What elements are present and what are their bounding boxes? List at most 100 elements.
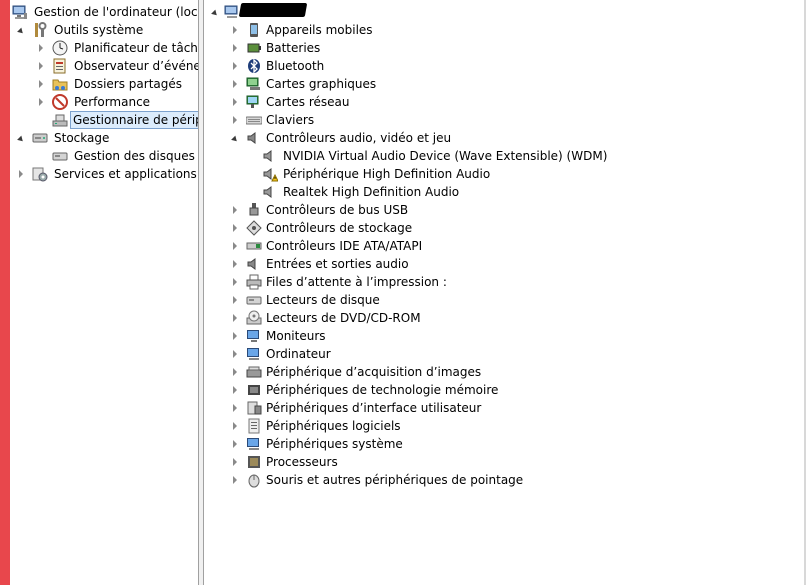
device-category-label: Batteries — [266, 41, 321, 55]
device-category-label: Claviers — [266, 113, 315, 127]
tools-icon — [32, 22, 48, 38]
expand-arrow-icon[interactable] — [230, 237, 240, 255]
collapse-arrow-icon[interactable] — [230, 129, 240, 147]
expand-arrow-icon[interactable] — [230, 201, 240, 219]
expand-arrow-icon[interactable] — [230, 399, 240, 417]
device-category-icon — [246, 58, 262, 74]
device-category-label: Périphériques système — [266, 437, 403, 451]
device-category-icon — [246, 382, 262, 398]
expand-arrow-icon[interactable] — [230, 219, 240, 237]
expand-arrow-icon[interactable] — [230, 39, 240, 57]
device-category-label: Périphérique d’acquisition d’images — [266, 365, 482, 379]
expand-arrow-icon[interactable] — [230, 57, 240, 75]
computer-icon — [224, 4, 240, 20]
tree-item-label: Stockage — [54, 131, 110, 145]
device-item-label: NVIDIA Virtual Audio Device (Wave Extens… — [283, 149, 608, 163]
device-category-label: Cartes graphiques — [266, 77, 377, 91]
console-tree-pane: Gestion de l'ordinateur (local) Outils s… — [10, 0, 199, 585]
device-item-label: Realtek High Definition Audio — [283, 185, 460, 199]
tree-item-label: Gestion des disques — [74, 149, 195, 163]
tree-item-label: Gestion de l'ordinateur (local) — [34, 5, 199, 19]
expand-arrow-icon[interactable] — [230, 273, 240, 291]
device-category-label: Souris et autres périphériques de pointa… — [266, 473, 524, 487]
device-category-label: Périphériques logiciels — [266, 419, 401, 433]
expand-arrow-icon[interactable] — [230, 453, 240, 471]
device-category-icon — [246, 76, 262, 92]
expand-arrow-icon[interactable] — [16, 165, 26, 183]
device-category-label: Entrées et sorties audio — [266, 257, 409, 271]
expand-arrow-icon[interactable] — [230, 21, 240, 39]
expand-arrow-icon[interactable] — [230, 435, 240, 453]
device-category-label: Lecteurs de DVD/CD-ROM — [266, 311, 421, 325]
device-category-label: Lecteurs de disque — [266, 293, 380, 307]
device-category-label: Moniteurs — [266, 329, 326, 343]
speaker-icon — [262, 184, 278, 200]
expand-arrow-icon[interactable] — [230, 75, 240, 93]
window-left-edge — [0, 0, 10, 585]
device-category-icon — [246, 436, 262, 452]
tree-item-label: Outils système — [54, 23, 144, 37]
expand-arrow-icon[interactable] — [230, 93, 240, 111]
device-category-icon — [246, 22, 262, 38]
device-category-icon — [246, 400, 262, 416]
storage-icon — [32, 130, 48, 146]
tree-item-label: Performance — [74, 95, 151, 109]
device-category-label: Cartes réseau — [266, 95, 350, 109]
expand-arrow-icon[interactable] — [230, 291, 240, 309]
device-manager-icon — [52, 112, 68, 128]
device-category-label: Contrôleurs de bus USB — [266, 203, 409, 217]
shared-folder-icon — [52, 76, 68, 92]
device-category-icon — [246, 472, 262, 488]
collapse-arrow-icon[interactable] — [210, 3, 220, 21]
tree-item-label: Gestionnaire de périphé — [70, 111, 198, 129]
redacted-computer-name — [238, 3, 308, 17]
device-category-label: Contrôleurs de stockage — [266, 221, 413, 235]
device-category-label: Périphériques d’interface utilisateur — [266, 401, 482, 415]
device-category-icon — [246, 238, 262, 254]
tree-item-label: Observateur d’événeme — [74, 59, 198, 73]
device-category-label: Contrôleurs audio, vidéo et jeu — [266, 131, 452, 145]
event-log-icon — [52, 58, 68, 74]
device-item-label: Périphérique High Definition Audio — [283, 167, 491, 181]
device-category-icon — [246, 112, 262, 128]
device-category-label: Files d’attente à l’impression : — [266, 275, 447, 289]
device-category-icon — [246, 220, 262, 236]
device-category-icon — [246, 202, 262, 218]
expand-arrow-icon[interactable] — [230, 111, 240, 129]
device-category-icon — [246, 310, 262, 326]
device-category-label: Contrôleurs IDE ATA/ATAPI — [266, 239, 423, 253]
device-category-icon — [246, 328, 262, 344]
expand-arrow-icon[interactable] — [230, 363, 240, 381]
device-category-icon — [246, 292, 262, 308]
expand-arrow-icon[interactable] — [36, 93, 46, 111]
speaker-warning-icon — [262, 166, 278, 182]
device-category-label: Ordinateur — [266, 347, 331, 361]
performance-icon — [52, 94, 68, 110]
collapse-arrow-icon[interactable] — [16, 21, 26, 39]
expand-arrow-icon[interactable] — [36, 75, 46, 93]
expand-arrow-icon[interactable] — [230, 417, 240, 435]
expand-arrow-icon[interactable] — [230, 255, 240, 273]
expand-arrow-icon[interactable] — [230, 381, 240, 399]
device-category-icon — [246, 274, 262, 290]
device-category-icon — [246, 454, 262, 470]
expand-arrow-icon[interactable] — [36, 57, 46, 75]
device-category-icon — [246, 418, 262, 434]
device-category-icon — [246, 364, 262, 380]
device-category-label: Bluetooth — [266, 59, 325, 73]
expand-arrow-icon[interactable] — [230, 309, 240, 327]
expand-arrow-icon[interactable] — [36, 39, 46, 57]
collapse-arrow-icon[interactable] — [16, 129, 26, 147]
device-tree-pane: Appareils mobiles Batteries Bluetooth Carte… — [204, 0, 806, 585]
tree-item-label: Services et applications — [54, 167, 197, 181]
expand-arrow-icon[interactable] — [230, 327, 240, 345]
expand-arrow-icon[interactable] — [230, 471, 240, 489]
device-category-label: Appareils mobiles — [266, 23, 373, 37]
services-icon — [32, 166, 48, 182]
expand-arrow-icon[interactable] — [230, 345, 240, 363]
disk-management-icon — [52, 148, 68, 164]
clock-icon — [52, 40, 68, 56]
tree-item-label: Dossiers partagés — [74, 77, 183, 91]
device-category-label: Processeurs — [266, 455, 338, 469]
device-category-icon — [246, 256, 262, 272]
